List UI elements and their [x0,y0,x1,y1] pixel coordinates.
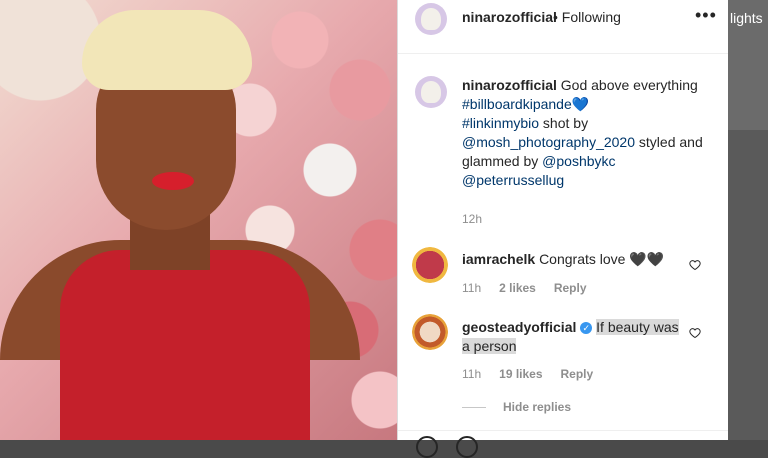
verified-badge-icon: ✓ [580,322,593,335]
background-page-strip: lights [728,0,768,440]
mention-poshbykc[interactable]: @poshbykc [542,153,615,169]
post-caption: ninarozofficial God above everything #bi… [462,76,717,190]
comment-icon[interactable] [456,436,478,458]
comment-likes[interactable]: 19 likes [499,367,542,381]
reply-button[interactable]: Reply [554,281,587,295]
hashtag-text: #billboardkipande [462,96,572,112]
background-text: lights [730,10,763,26]
model-figure [0,10,360,440]
blonde-hair [82,10,252,90]
comment-text: Congrats love [539,251,630,267]
mention-mosh-photography[interactable]: @mosh_photography_2020 [462,134,635,150]
action-bar [398,430,728,441]
hashtag-linkinmybio[interactable]: #linkinmybio [462,115,539,131]
caption-username[interactable]: ninarozofficial [462,77,557,93]
red-sequin-dress [60,250,310,440]
comment-meta: 11h 2 likes Reply [462,281,605,295]
background-image-strip [728,130,768,440]
comment-text-line1: If beauty was [596,319,679,335]
post-header: ninarozofficial • Following ••• [398,0,728,54]
comment-avatar-geosteadyofficial[interactable] [412,314,448,350]
comment-username[interactable]: geosteadyofficial [462,319,576,335]
caption-author-avatar[interactable] [415,76,447,108]
comment-iamrachelk: iamrachelk Congrats love 🖤🖤 [462,250,682,269]
like-icon[interactable] [416,436,438,458]
following-button[interactable]: • Following [553,9,621,25]
comment-avatar-iamrachelk[interactable] [412,247,448,283]
black-hearts-emoji: 🖤🖤 [629,251,665,267]
comment-meta: 11h 19 likes Reply [462,367,611,381]
red-lips [152,172,194,190]
caption-shot-by: shot by [539,115,589,131]
comment-time: 11h [462,367,482,381]
mention-peterrussellug[interactable]: @peterrussellug [462,172,564,188]
comment-username[interactable]: iamrachelk [462,251,535,267]
post-side-panel: ninarozofficial • Following ••• ninarozo… [398,0,728,458]
comment-time: 11h [462,281,482,295]
post-author-username[interactable]: ninarozofficial [462,9,557,25]
hide-replies-line [462,407,486,408]
reply-button[interactable]: Reply [561,367,594,381]
more-icon[interactable]: ••• [695,5,717,26]
following-label: Following [561,9,621,25]
caption-text: God above everything [560,77,698,93]
post-author-avatar[interactable] [415,3,447,35]
heart-outline-icon[interactable] [689,259,701,271]
blue-heart-emoji: 💙 [571,96,590,112]
hide-replies-button[interactable]: Hide replies [503,400,571,414]
hashtag-billboardkipande[interactable]: #billboardkipande💙 [462,95,717,114]
post-photo[interactable] [0,0,397,440]
caption-timestamp: 12h [462,212,483,226]
comment-likes[interactable]: 2 likes [499,281,536,295]
comment-text-line2: a person [462,338,517,354]
comment-geosteadyofficial: geosteadyofficial ✓ If beauty was a pers… [462,318,682,356]
heart-outline-icon[interactable] [689,327,701,339]
